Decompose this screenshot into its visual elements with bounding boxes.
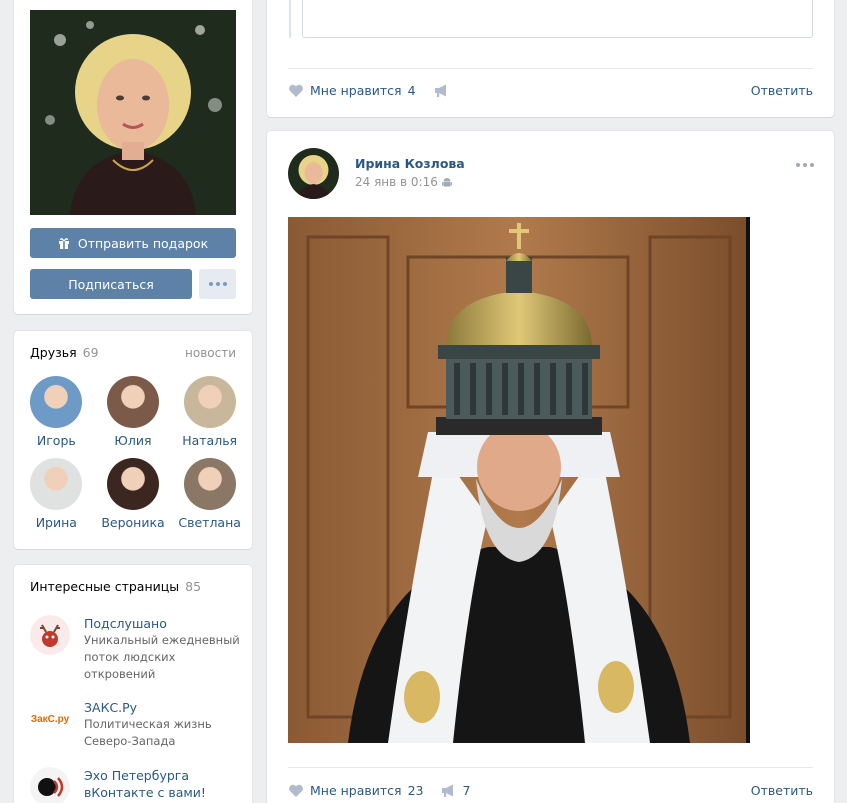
friend-item[interactable]: Наталья — [171, 376, 248, 448]
post-card: Ирина Козлова 24 янв в 0:16 Мне нравится… — [267, 131, 834, 803]
page-desc: Северо-Запада — [84, 734, 176, 748]
page-name: ЗАКС.Ру — [84, 700, 138, 715]
friends-count: 69 — [82, 345, 99, 360]
gift-icon — [58, 238, 69, 249]
heart-icon — [289, 84, 303, 97]
profile-card: Отправить подарок Подписаться — [14, 0, 252, 314]
friends-news-link[interactable]: новости — [185, 346, 236, 360]
friend-item[interactable]: Светлана — [171, 458, 248, 530]
friend-name: Игорь — [36, 433, 76, 448]
android-icon — [441, 177, 452, 186]
author-avatar[interactable] — [288, 148, 339, 199]
share-button[interactable]: 7 — [441, 783, 470, 798]
page-desc: откровений — [84, 667, 156, 681]
friends-title[interactable]: Друзья — [30, 345, 77, 360]
friend-name: Светлана — [178, 515, 241, 530]
friend-avatar — [106, 376, 159, 428]
friend-item[interactable]: Юлия — [95, 376, 172, 448]
friend-item[interactable]: Вероника — [95, 458, 172, 530]
reply-link[interactable]: Ответить — [751, 83, 813, 98]
send-gift-label: Отправить подарок — [77, 235, 209, 251]
share-count: 7 — [462, 783, 471, 798]
page-item-podslushano[interactable]: Подслушано Уникальный ежедневный поток л… — [30, 615, 240, 683]
page-item-echo[interactable]: Эхо Петербурга вКонтакте с вами! — [30, 767, 240, 803]
send-gift-button[interactable]: Отправить подарок — [30, 228, 236, 258]
zaks-logo-text: ЗакС.ру — [30, 713, 70, 725]
megaphone-icon — [434, 84, 446, 97]
page-desc: вКонтакте с вами! — [84, 785, 206, 800]
friend-name: Ирина — [35, 515, 77, 530]
interesting-pages-block: Интересные страницы 85 Подслушано Уникаль… — [14, 565, 252, 803]
previous-post-card: Мне нравится 4 Ответить — [267, 0, 834, 117]
like-count: 4 — [407, 83, 416, 98]
divider — [288, 68, 813, 69]
page-desc: поток людских — [84, 650, 176, 664]
post-image[interactable] — [288, 217, 750, 743]
friends-grid: Игорь Юлия Наталья Ирина Вероника Светлана — [18, 376, 248, 530]
subscribe-button[interactable]: Подписаться — [30, 269, 192, 299]
profile-more-button[interactable] — [199, 269, 236, 299]
post-date[interactable]: 24 янв в 0:16 — [355, 175, 452, 189]
friend-item[interactable]: Игорь — [18, 376, 95, 448]
post-actions: Мне нравится 4 Ответить — [288, 83, 813, 98]
post-date-text: 24 янв в 0:16 — [355, 175, 438, 189]
more-dots-icon — [796, 163, 814, 167]
page-desc: Политическая жизнь — [84, 717, 212, 731]
page-desc: Уникальный ежедневный — [84, 633, 240, 647]
page-name: Подслушано — [84, 616, 167, 631]
friend-avatar — [183, 376, 236, 428]
more-dots-icon — [208, 282, 227, 286]
pages-title[interactable]: Интересные страницы — [30, 579, 179, 594]
like-button[interactable]: Мне нравится 23 — [288, 783, 423, 798]
pages-count: 85 — [185, 579, 202, 594]
reply-thread-rail — [289, 0, 291, 38]
friend-avatar — [30, 458, 83, 510]
divider — [288, 767, 813, 768]
zaks-logo: ЗакС.ру — [30, 699, 70, 739]
heart-icon — [289, 784, 303, 797]
friend-avatar — [106, 458, 159, 510]
friend-name: Вероника — [101, 515, 165, 530]
friend-name: Юлия — [114, 433, 152, 448]
like-label: Мне нравится — [310, 783, 402, 798]
reply-link[interactable]: Ответить — [751, 783, 813, 798]
like-count: 23 — [407, 783, 424, 798]
page-item-zaks[interactable]: ЗакС.ру ЗАКС.Ру Политическая жизнь Север… — [30, 699, 240, 750]
share-button[interactable] — [434, 84, 449, 97]
echo-logo — [30, 767, 70, 803]
friend-avatar — [30, 376, 83, 428]
post-actions: Мне нравится 23 7 Ответить — [288, 783, 813, 798]
like-label: Мне нравится — [310, 83, 402, 98]
friend-avatar — [183, 458, 236, 510]
friend-name: Наталья — [182, 433, 238, 448]
post-author-name[interactable]: Ирина Козлова — [355, 156, 465, 171]
friend-item[interactable]: Ирина — [18, 458, 95, 530]
megaphone-icon — [442, 784, 454, 797]
reindeer-icon — [30, 615, 70, 655]
subscribe-label: Подписаться — [68, 276, 154, 292]
profile-photo[interactable] — [30, 10, 236, 215]
post-menu-button[interactable] — [796, 163, 814, 167]
friends-block: Друзья 69 новости Игорь Юлия Наталья Ирина Ве… — [14, 331, 252, 549]
reply-comment-box[interactable] — [289, 0, 813, 38]
page-name: Эхо Петербурга — [84, 768, 190, 783]
like-button[interactable]: Мне нравится 4 — [288, 83, 416, 98]
